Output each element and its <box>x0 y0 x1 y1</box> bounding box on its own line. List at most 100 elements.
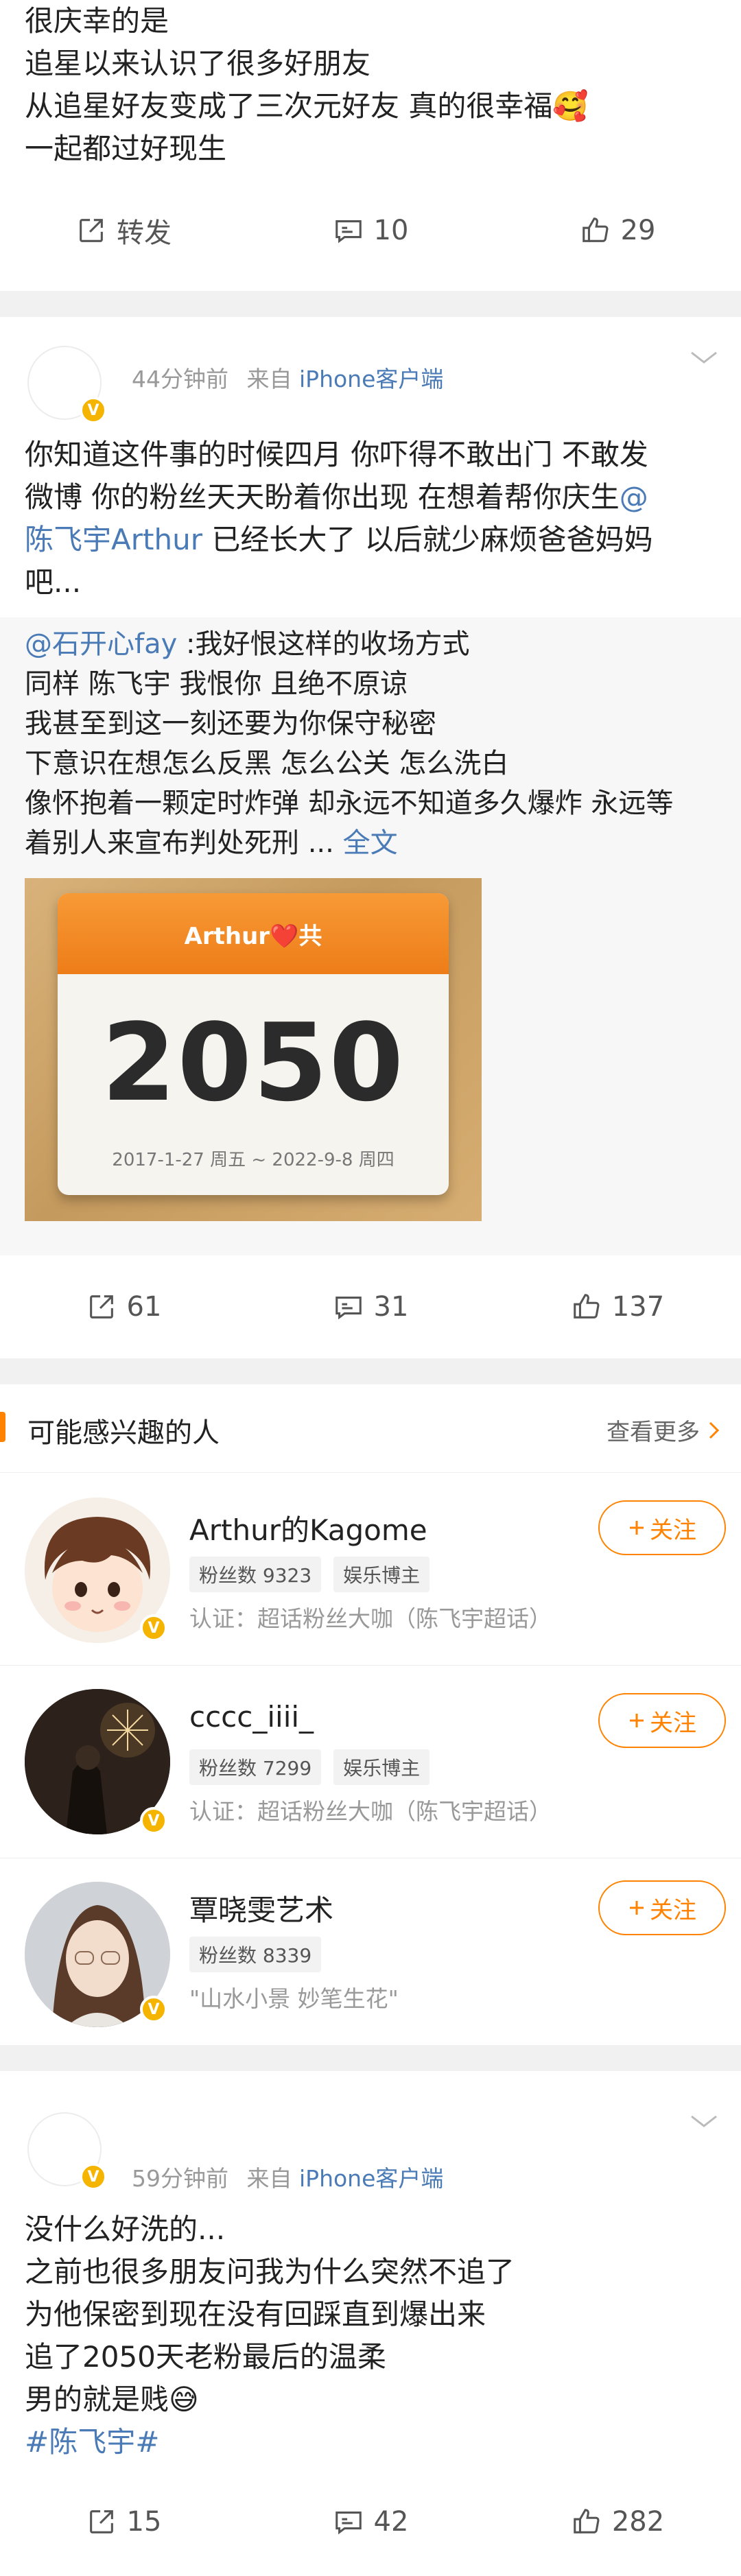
follower-count-tag: 粉丝数 7299 <box>189 1749 322 1785</box>
calendar-title: Arthur❤️共 <box>58 893 449 974</box>
post-text-segment: 微博 你的粉丝天天盼着你出现 在想着帮你庆生 <box>25 480 620 514</box>
suggested-user-row[interactable]: V Arthur的Kagome 粉丝数 9323 娱乐博主 认证：超话粉丝大咖（… <box>0 1473 741 1666</box>
quoted-post[interactable]: @石开心fay :我好恨这样的收场方式 同样 陈飞宇 我恨你 且绝不原谅 我甚至… <box>0 617 741 1255</box>
quoted-line: 我甚至到这一刻还要为你保守秘密 <box>25 708 436 740</box>
post-time: 44分钟前 <box>132 366 228 392</box>
verification-text: 认证：超话粉丝大咖（陈飞宇超话） <box>189 1798 552 1825</box>
post-line: 追了2050天老粉最后的温柔 <box>25 2340 386 2374</box>
quoted-image[interactable]: Arthur❤️共 2050 2017-1-27 周五 ~ 2022-9-8 周… <box>25 878 482 1221</box>
verification-text: 认证：超话粉丝大咖（陈飞宇超话） <box>189 1605 552 1632</box>
post-source: iPhone客户端 <box>299 2165 444 2192</box>
category-tag: 娱乐博主 <box>333 1557 430 1592</box>
user-name[interactable]: cccc_iiii_ <box>189 1700 314 1734</box>
follow-button[interactable]: 关注 <box>598 1500 726 1555</box>
see-more-label: 查看更多 <box>607 1419 700 1446</box>
comment-button[interactable]: 42 <box>247 2506 494 2538</box>
quoted-text-segment: :我好恨这样的收场方式 <box>177 628 470 660</box>
chevron-right-icon <box>709 1421 720 1439</box>
comment-button[interactable]: 10 <box>247 215 494 246</box>
post-header: V 59分钟前 来自 iPhone客户端 <box>0 2071 741 2201</box>
repost-count: 61 <box>126 1291 162 1323</box>
post-card-3: V 59分钟前 来自 iPhone客户端 没什么好洗的... 之前也很多朋友问我… <box>0 2071 741 2576</box>
repost-label: 转发 <box>117 217 172 249</box>
like-count: 282 <box>611 2506 665 2538</box>
verified-badge-icon: V <box>140 1996 167 2023</box>
comment-count: 10 <box>373 215 409 246</box>
post-card-1: 很庆幸的是 追星以来认识了很多好朋友 从追星好友变成了三次元好友 真的很幸福🥰 … <box>0 0 741 291</box>
divider <box>0 291 741 317</box>
chevron-down-icon[interactable] <box>687 347 720 368</box>
verified-badge-icon: V <box>140 1614 167 1642</box>
quoted-line: 着别人来宣布判处死刑 ... 全文 <box>25 823 716 863</box>
like-count: 29 <box>620 215 656 246</box>
comment-icon <box>335 220 362 244</box>
suggested-users-card: 可能感兴趣的人 查看更多 V Arthur的Kagome 粉丝数 9323 娱乐… <box>0 1384 741 2045</box>
suggested-user-row[interactable]: V cccc_iiii_ 粉丝数 7299 娱乐博主 认证：超话粉丝大咖（陈飞宇… <box>0 1666 741 1858</box>
follow-label: 关注 <box>650 1896 696 1924</box>
comment-count: 31 <box>373 1291 409 1323</box>
chevron-down-icon[interactable] <box>687 2111 720 2131</box>
plus-icon <box>630 1521 644 1535</box>
mention-link[interactable]: 陈飞宇Arthur <box>25 523 202 556</box>
like-icon <box>574 2509 600 2533</box>
quoted-line: 下意识在想怎么反黑 怎么公关 怎么洗白 <box>25 748 509 779</box>
post-2-action-bar: 61 31 137 <box>0 1255 741 1358</box>
like-icon <box>574 1294 600 1319</box>
quoted-text: @石开心fay :我好恨这样的收场方式 同样 陈飞宇 我恨你 且绝不原谅 我甚至… <box>0 624 741 863</box>
repost-button[interactable]: 61 <box>0 1291 247 1323</box>
quoted-author-link[interactable]: @石开心fay <box>25 628 177 660</box>
see-more-link[interactable]: 查看更多 <box>607 1413 720 1447</box>
user-tags: 粉丝数 8339 <box>189 1937 322 1972</box>
post-line: 你知道这件事的时候四月 你吓得不敢出门 不敢发 <box>25 434 716 476</box>
user-name[interactable]: 覃晓雯艺术 <box>189 1887 333 1929</box>
plus-icon <box>630 1901 644 1915</box>
follow-button[interactable]: 关注 <box>598 1880 726 1935</box>
full-text-link[interactable]: 全文 <box>343 827 398 859</box>
like-button[interactable]: 29 <box>494 215 741 246</box>
comment-button[interactable]: 31 <box>247 1291 494 1323</box>
post-line: 微博 你的粉丝天天盼着你出现 在想着帮你庆生@ <box>25 476 716 519</box>
post-text-segment: 吧... <box>25 565 82 599</box>
divider <box>0 1358 741 1384</box>
quoted-line: 同样 陈飞宇 我恨你 且绝不原谅 <box>25 668 408 700</box>
divider <box>0 2045 741 2071</box>
section-accent-bar <box>0 1412 5 1442</box>
repost-count: 15 <box>126 2506 162 2538</box>
like-button[interactable]: 137 <box>494 1291 741 1323</box>
mention-link[interactable]: @ <box>620 480 648 514</box>
user-tags: 粉丝数 9323 娱乐博主 <box>189 1557 430 1592</box>
hashtag-link[interactable]: #陈飞宇# <box>25 2421 716 2463</box>
verified-badge-icon: V <box>80 2163 107 2190</box>
suggested-users-title: 可能感兴趣的人 <box>27 1417 220 1449</box>
user-name[interactable]: Arthur的Kagome <box>189 1507 427 1549</box>
quoted-line: 像怀抱着一颗定时炸弹 却永远不知道多久爆炸 永远等 <box>25 788 674 819</box>
post-line: 追星以来认识了很多好朋友 <box>25 47 371 80</box>
repost-button[interactable]: 15 <box>0 2506 247 2538</box>
follow-label: 关注 <box>650 1516 696 1544</box>
like-icon <box>582 217 608 242</box>
user-tags: 粉丝数 7299 娱乐博主 <box>189 1749 430 1785</box>
like-count: 137 <box>611 1291 665 1323</box>
post-2-text: 你知道这件事的时候四月 你吓得不敢出门 不敢发 微博 你的粉丝天天盼着你出现 在… <box>0 427 741 617</box>
follow-label: 关注 <box>650 1709 696 1737</box>
repost-icon <box>89 1295 113 1319</box>
like-button[interactable]: 282 <box>494 2506 741 2538</box>
post-text-segment: 你知道这件事的时候四月 你吓得不敢出门 不敢发 <box>25 438 648 471</box>
post-line: 之前也很多朋友问我为什么突然不追了 <box>25 2255 515 2289</box>
verified-badge-icon: V <box>140 1807 167 1834</box>
calendar-date-range: 2017-1-27 周五 ~ 2022-9-8 周四 <box>112 1150 395 1170</box>
post-source: iPhone客户端 <box>299 366 444 392</box>
post-line: 陈飞宇Arthur 已经长大了 以后就少麻烦爸爸妈妈 <box>25 519 716 561</box>
quoted-text-segment: 着别人来宣布判处死刑 ... <box>25 827 343 859</box>
suggested-user-row[interactable]: V 覃晓雯艺术 粉丝数 8339 "山水小景 妙笔生花" 关注 <box>0 1858 741 2045</box>
post-1-action-bar: 转发 10 29 <box>0 170 741 291</box>
from-label: 来自 <box>246 2165 292 2192</box>
comment-count: 42 <box>373 2506 409 2538</box>
suggested-users-header: 可能感兴趣的人 查看更多 <box>0 1384 741 1473</box>
comment-icon <box>335 1297 362 1320</box>
user-bio: "山水小景 妙笔生花" <box>189 1985 399 2012</box>
follow-button[interactable]: 关注 <box>598 1693 726 1748</box>
repost-button[interactable]: 转发 <box>0 211 247 250</box>
post-line: 吧... <box>25 561 716 604</box>
from-label: 来自 <box>246 366 292 392</box>
